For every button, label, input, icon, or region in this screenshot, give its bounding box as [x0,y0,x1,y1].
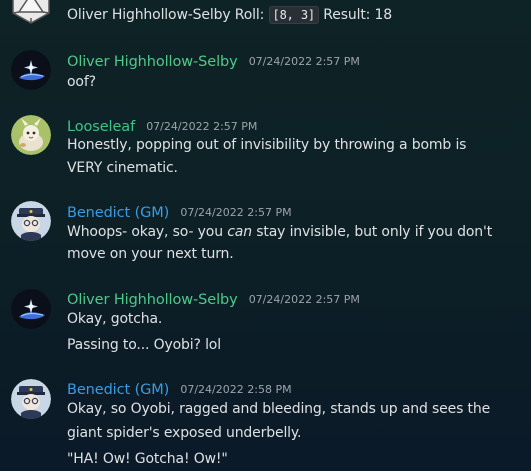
message-header: Oliver Highhollow-Selby 07/24/2022 2:57 … [67,289,360,308]
timestamp: 07/24/2022 2:57 PM [180,206,292,219]
text-emphasis: can [227,224,252,240]
message-text-line-2: Passing to... Oyobi? lol [67,337,221,353]
roll-value-code: [8, 3] [268,6,319,24]
dice-bot-avatar[interactable] [10,0,52,24]
roll-label: Roll: [234,7,265,23]
result-label: Result: [323,7,371,23]
message-header: Benedict (GM) 07/24/2022 2:58 PM [67,379,292,398]
message-text-line-1: Okay, so Oyobi, ragged and bleeding, sta… [67,401,491,417]
roll-author: Oliver Highhollow-Selby [67,7,231,23]
avatar-benedict[interactable] [11,201,51,241]
message-benedict-2: Benedict (GM) 07/24/2022 2:58 PM Okay, s… [0,377,531,471]
message-benedict-1: Benedict (GM) 07/24/2022 2:57 PM Whoops-… [0,200,531,270]
message-header: Oliver Highhollow-Selby 07/24/2022 2:57 … [67,51,360,70]
avatar-looseleaf[interactable] [11,115,51,155]
message-header: Benedict (GM) 07/24/2022 2:57 PM [67,202,292,221]
avatar-oliver[interactable] [11,50,51,90]
text-segment: stay invisible, but only if you don't [251,224,493,240]
message-oliver-2: Oliver Highhollow-Selby 07/24/2022 2:57 … [0,287,531,359]
message-header: Looseleaf 07/24/2022 2:57 PM [67,116,257,135]
message-text-line-1: Whoops- okay, so- you can stay invisible… [67,224,492,240]
blue-sparkle-hand-icon [11,50,51,90]
message-text: oof? [67,74,96,90]
message-text-line-1: Honestly, popping out of invisibility by… [67,137,467,153]
message-looseleaf: Looseleaf 07/24/2022 2:57 PM Honestly, p… [0,115,531,181]
avatar-benedict[interactable] [11,379,51,419]
timestamp: 07/24/2022 2:57 PM [146,120,258,133]
gm-character-icon [11,201,51,241]
roll-result-line: Oliver Highhollow-Selby Roll: [8, 3] Res… [67,6,393,24]
author-name[interactable]: Looseleaf [67,119,135,135]
dice-roll-message: Oliver Highhollow-Selby Roll: [8, 3] Res… [0,0,531,32]
message-text-line-2: move on your next turn. [67,246,234,262]
message-text-line-2: giant spider's exposed underbelly. [67,425,302,441]
message-text-line-3: "HA! Ow! Gotcha! Ow!" [67,451,228,467]
blue-sparkle-hand-icon [11,289,51,329]
avatar-oliver[interactable] [11,289,51,329]
author-name[interactable]: Oliver Highhollow-Selby [67,54,238,70]
author-name[interactable]: Oliver Highhollow-Selby [67,292,238,308]
timestamp: 07/24/2022 2:57 PM [248,55,360,68]
result-value: 18 [374,7,393,23]
author-name[interactable]: Benedict (GM) [67,205,169,221]
text-segment: Whoops- okay, so- you [67,224,228,240]
author-name[interactable]: Benedict (GM) [67,382,169,398]
message-text-line-2: VERY cinematic. [67,160,178,176]
timestamp: 07/24/2022 2:57 PM [248,293,360,306]
creature-avatar-icon [11,115,51,155]
chat-log: Oliver Highhollow-Selby Roll: [8, 3] Res… [0,0,531,471]
gm-character-icon [11,379,51,419]
d20-icon [12,0,50,24]
message-text-line-1: Okay, gotcha. [67,311,163,327]
timestamp: 07/24/2022 2:58 PM [180,383,292,396]
message-oliver-1: Oliver Highhollow-Selby 07/24/2022 2:57 … [0,48,531,98]
